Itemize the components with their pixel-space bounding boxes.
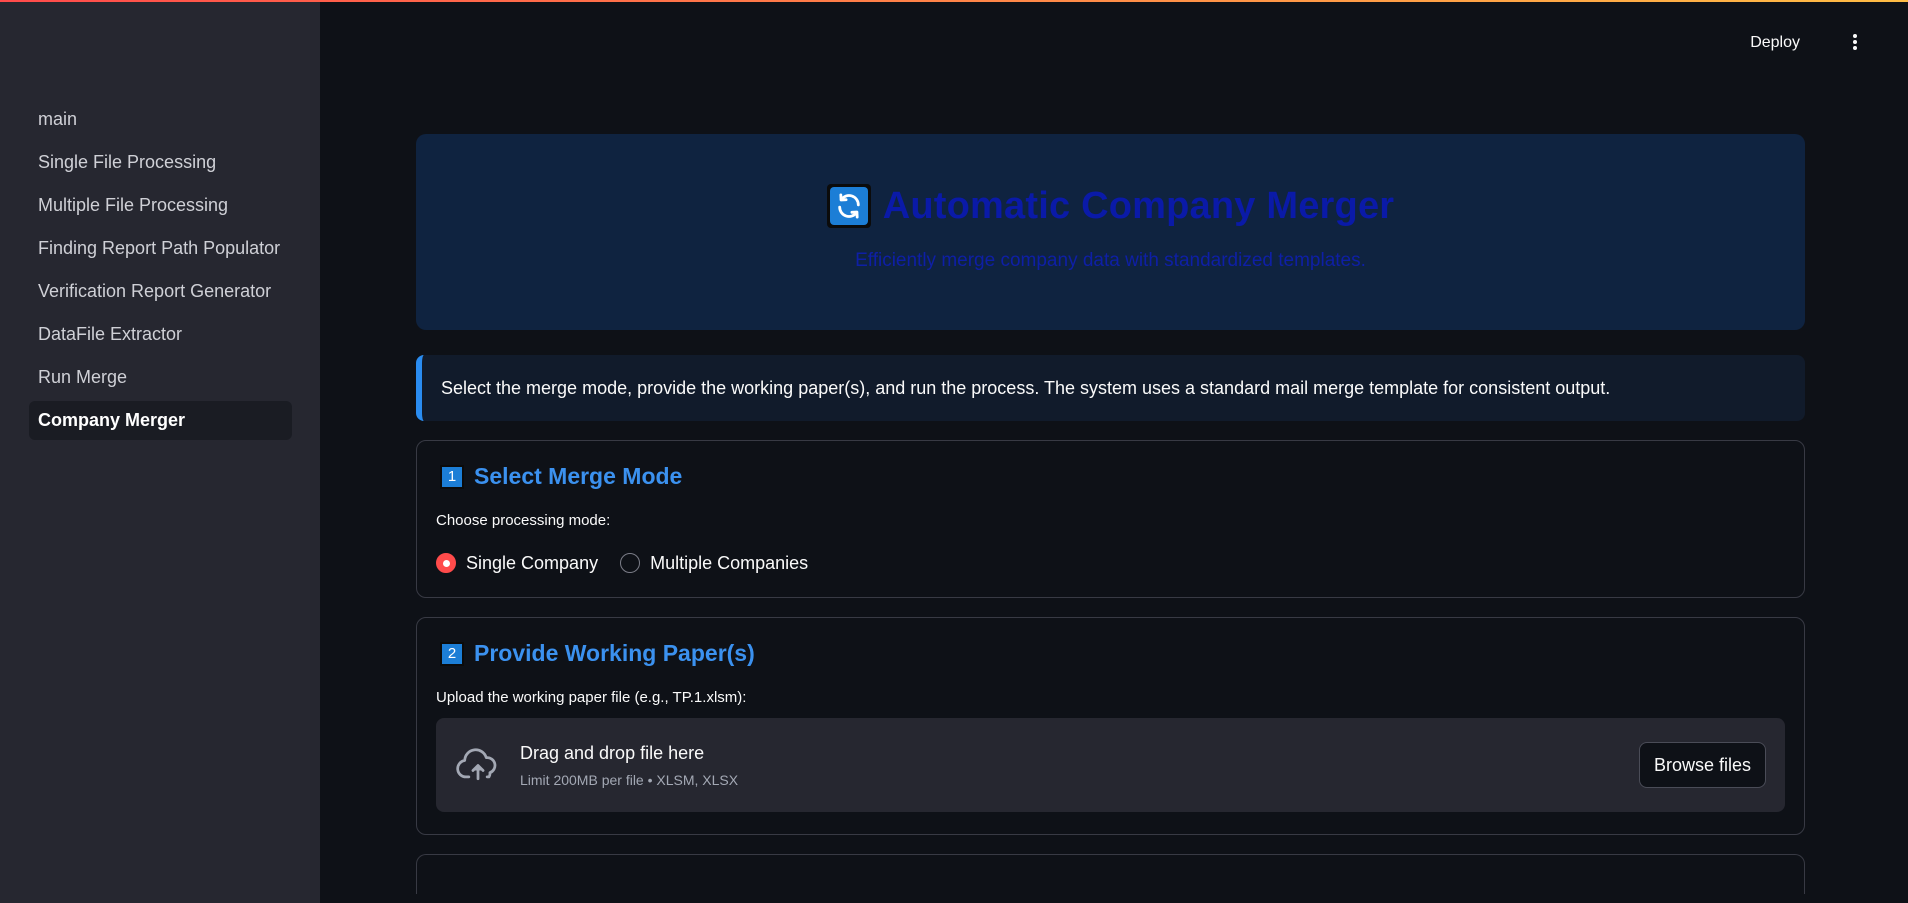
- step1-title: Select Merge Mode: [474, 463, 683, 489]
- deploy-button[interactable]: Deploy: [1742, 30, 1808, 56]
- radio-multiple-companies[interactable]: Multiple Companies: [620, 553, 808, 574]
- page-subtitle: Efficiently merge company data with stan…: [855, 250, 1366, 271]
- processing-mode-radio-group: Single Company Multiple Companies: [436, 551, 1785, 575]
- step2-title: Provide Working Paper(s): [474, 640, 755, 666]
- refresh-icon: [826, 184, 871, 228]
- main-menu-kebab-icon[interactable]: [1846, 31, 1864, 53]
- number-two-icon: 2: [440, 641, 464, 666]
- processing-mode-label: Choose processing mode:: [436, 512, 611, 529]
- page-title: Automatic Company Merger: [882, 184, 1395, 227]
- dropzone-title: Drag and drop file here: [520, 742, 705, 763]
- step2-card: 2 Provide Working Paper(s) Upload the wo…: [416, 617, 1805, 835]
- sidebar-item-run-merge[interactable]: Run Merge: [29, 358, 292, 397]
- step1-header: 1 Select Merge Mode: [436, 463, 1785, 490]
- radio-single-company-label: Single Company: [466, 552, 599, 573]
- app-header: Deploy: [320, 0, 1908, 86]
- sidebar-item-main[interactable]: main: [29, 100, 292, 139]
- main-content: Automatic Company Merger Efficiently mer…: [416, 134, 1805, 894]
- hero-title-row: Automatic Company Merger: [826, 184, 1395, 228]
- sidebar: main Single File Processing Multiple Fil…: [0, 0, 320, 903]
- number-one-icon: 1: [440, 464, 464, 489]
- dropzone-limit: Limit 200MB per file • XLSM, XLSX: [520, 771, 739, 788]
- info-callout: Select the merge mode, provide the worki…: [416, 355, 1805, 421]
- sidebar-item-multiple-file-processing[interactable]: Multiple File Processing: [29, 186, 292, 225]
- file-dropzone[interactable]: Drag and drop file here Limit 200MB per …: [436, 718, 1785, 812]
- upload-label: Upload the working paper file (e.g., TP.…: [436, 689, 747, 706]
- step2-header: 2 Provide Working Paper(s): [436, 640, 1785, 667]
- top-accent-bar: [0, 0, 1908, 2]
- sidebar-item-single-file-processing[interactable]: Single File Processing: [29, 143, 292, 182]
- sidebar-item-company-merger[interactable]: Company Merger: [29, 401, 292, 440]
- step1-card: 1 Select Merge Mode Choose processing mo…: [416, 440, 1805, 598]
- browse-files-button[interactable]: Browse files: [1638, 742, 1766, 788]
- hero-banner: Automatic Company Merger Efficiently mer…: [416, 134, 1805, 330]
- sidebar-item-datafile-extractor[interactable]: DataFile Extractor: [29, 315, 292, 354]
- dropzone-text: Drag and drop file here Limit 200MB per …: [520, 743, 1639, 788]
- radio-unchecked-icon[interactable]: [620, 553, 641, 573]
- radio-multiple-companies-label: Multiple Companies: [650, 552, 809, 573]
- radio-checked-icon[interactable]: [436, 553, 456, 573]
- radio-single-company[interactable]: Single Company: [436, 553, 598, 574]
- sidebar-item-verification-report-generator[interactable]: Verification Report Generator: [29, 272, 292, 311]
- step3-card: [416, 854, 1805, 894]
- info-callout-text: Select the merge mode, provide the worki…: [441, 377, 1611, 398]
- cloud-upload-icon: [456, 748, 497, 781]
- sidebar-item-finding-report-path-populator[interactable]: Finding Report Path Populator: [29, 229, 292, 268]
